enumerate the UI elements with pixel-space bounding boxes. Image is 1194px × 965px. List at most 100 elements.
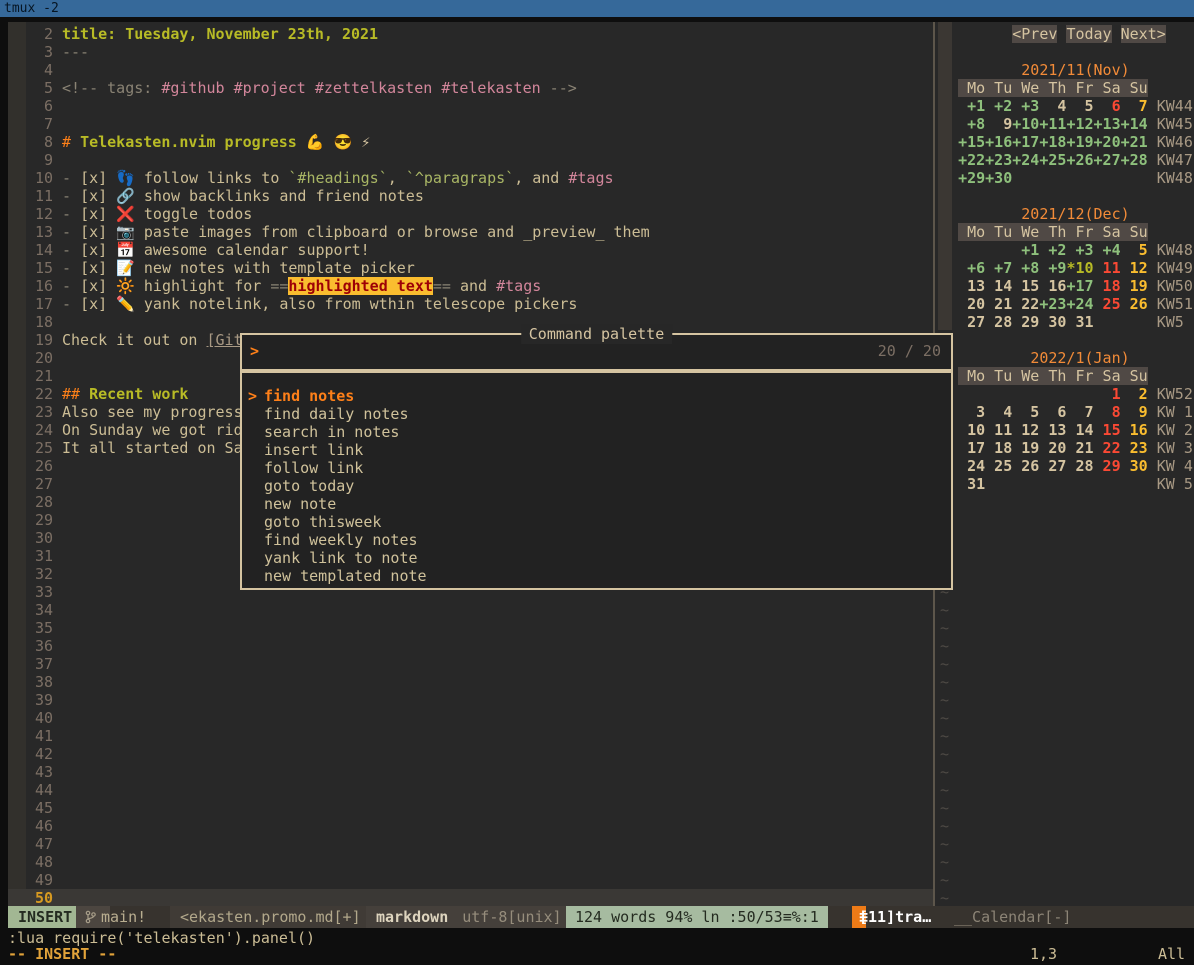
editor-line[interactable]: 38: [8, 673, 933, 691]
calendar-day[interactable]: 4: [1039, 97, 1066, 115]
editor-line[interactable]: 39: [8, 691, 933, 709]
calendar-day[interactable]: 14: [985, 277, 1012, 295]
calendar-day[interactable]: 28: [985, 313, 1012, 331]
palette-item[interactable]: follow link: [242, 459, 951, 477]
calendar-day[interactable]: +26: [1066, 151, 1093, 169]
calendar-day[interactable]: 26: [1121, 295, 1148, 313]
editor-line[interactable]: 5<!-- tags: #github #project #zettelkast…: [8, 79, 933, 97]
editor-line[interactable]: 35: [8, 619, 933, 637]
calendar-day[interactable]: 7: [1121, 97, 1148, 115]
calendar-day[interactable]: 10: [958, 421, 985, 439]
calendar-day[interactable]: +2: [985, 97, 1012, 115]
editor-line[interactable]: 17- [x] ✏️ yank notelink, also from wthi…: [8, 295, 933, 313]
editor-line[interactable]: 11- [x] 🔗 show backlinks and friend note…: [8, 187, 933, 205]
calendar-day[interactable]: 12: [1012, 421, 1039, 439]
calendar-day[interactable]: 16: [1121, 421, 1148, 439]
palette-item[interactable]: >find notes: [242, 387, 951, 405]
editor-line[interactable]: 49: [8, 871, 933, 889]
next-button[interactable]: Next>: [1121, 25, 1166, 43]
editor-line[interactable]: 15- [x] 📝 new notes with template picker: [8, 259, 933, 277]
editor-line[interactable]: 3---: [8, 43, 933, 61]
calendar-day[interactable]: 1: [1094, 385, 1121, 403]
calendar-day[interactable]: +19: [1066, 133, 1093, 151]
calendar-day[interactable]: +27: [1094, 151, 1121, 169]
today-button[interactable]: Today: [1066, 25, 1111, 43]
calendar-day[interactable]: +2: [1039, 241, 1066, 259]
calendar-day[interactable]: 13: [958, 277, 985, 295]
calendar-day[interactable]: +16: [985, 133, 1012, 151]
calendar-day[interactable]: +17: [1066, 277, 1093, 295]
calendar-day[interactable]: 22: [1094, 439, 1121, 457]
palette-item[interactable]: new note: [242, 495, 951, 513]
calendar-day[interactable]: 20: [1039, 439, 1066, 457]
editor-line[interactable]: 37: [8, 655, 933, 673]
editor-line[interactable]: 36: [8, 637, 933, 655]
calendar-day[interactable]: 30: [1039, 313, 1066, 331]
calendar-day[interactable]: 28: [1066, 457, 1093, 475]
calendar-day[interactable]: +30: [985, 169, 1012, 187]
palette-item[interactable]: insert link: [242, 441, 951, 459]
palette-item[interactable]: new templated note: [242, 567, 951, 585]
editor-line[interactable]: 10- [x] 👣 follow links to `#headings`, `…: [8, 169, 933, 187]
calendar-day[interactable]: +1: [958, 97, 985, 115]
calendar-day[interactable]: 31: [1066, 313, 1093, 331]
palette-item[interactable]: find weekly notes: [242, 531, 951, 549]
editor-line-current[interactable]: 50: [8, 889, 933, 906]
calendar-day[interactable]: 9: [985, 115, 1012, 133]
calendar-day[interactable]: +20: [1094, 133, 1121, 151]
calendar-day[interactable]: +15: [958, 133, 985, 151]
calendar-day[interactable]: +21: [1121, 133, 1148, 151]
calendar-day[interactable]: +17: [1012, 133, 1039, 151]
calendar-day[interactable]: +8: [958, 115, 985, 133]
calendar-day[interactable]: 22: [1012, 295, 1039, 313]
calendar-day[interactable]: +18: [1039, 133, 1066, 151]
calendar-day[interactable]: +12: [1066, 115, 1093, 133]
editor-line[interactable]: 2title: Tuesday, November 23th, 2021: [8, 25, 933, 43]
palette-item[interactable]: yank link to note: [242, 549, 951, 567]
calendar-day[interactable]: 17: [958, 439, 985, 457]
calendar-day[interactable]: 11: [1094, 259, 1121, 277]
calendar-day[interactable]: 31: [958, 475, 985, 493]
calendar-day[interactable]: +23: [1039, 295, 1066, 313]
editor-line[interactable]: 48: [8, 853, 933, 871]
calendar-day[interactable]: 18: [1094, 277, 1121, 295]
editor-line[interactable]: 47: [8, 835, 933, 853]
calendar-day[interactable]: +8: [1012, 259, 1039, 277]
calendar-day[interactable]: 16: [1039, 277, 1066, 295]
calendar-day[interactable]: 6: [1039, 403, 1066, 421]
calendar-day[interactable]: 20: [958, 295, 985, 313]
calendar-day[interactable]: 14: [1066, 421, 1093, 439]
calendar-day[interactable]: 19: [1121, 277, 1148, 295]
calendar-day[interactable]: 21: [985, 295, 1012, 313]
calendar-day[interactable]: +10: [1012, 115, 1039, 133]
editor-line[interactable]: 40: [8, 709, 933, 727]
calendar-day[interactable]: +4: [1094, 241, 1121, 259]
editor-line[interactable]: 6: [8, 97, 933, 115]
calendar-day[interactable]: 25: [1094, 295, 1121, 313]
editor-line[interactable]: 14- [x] 📅 awesome calendar support!: [8, 241, 933, 259]
calendar-day[interactable]: +22: [958, 151, 985, 169]
calendar-day[interactable]: +3: [1066, 241, 1093, 259]
palette-item[interactable]: find daily notes: [242, 405, 951, 423]
prev-button[interactable]: <Prev: [1012, 25, 1057, 43]
calendar-day[interactable]: +29: [958, 169, 985, 187]
calendar-day[interactable]: 29: [1012, 313, 1039, 331]
calendar-day[interactable]: 30: [1121, 457, 1148, 475]
calendar-day[interactable]: +11: [1039, 115, 1066, 133]
calendar-day[interactable]: 5: [1066, 97, 1093, 115]
calendar-day[interactable]: 27: [1039, 457, 1066, 475]
editor-line[interactable]: 41: [8, 727, 933, 745]
editor-line[interactable]: 44: [8, 781, 933, 799]
calendar-day[interactable]: 6: [1094, 97, 1121, 115]
editor-line[interactable]: 18: [8, 313, 933, 331]
calendar-day[interactable]: +9: [1039, 259, 1066, 277]
calendar-day[interactable]: 23: [1121, 439, 1148, 457]
editor-line[interactable]: 34: [8, 601, 933, 619]
calendar-day[interactable]: 26: [1012, 457, 1039, 475]
calendar-day[interactable]: 11: [985, 421, 1012, 439]
editor-line[interactable]: 16- [x] 🔆 highlight for ==highlighted te…: [8, 277, 933, 295]
editor-line[interactable]: 12- [x] ❌ toggle todos: [8, 205, 933, 223]
calendar-day[interactable]: 21: [1066, 439, 1093, 457]
command-palette-prompt[interactable]: Command palette > 20 / 20: [240, 333, 953, 371]
calendar-day[interactable]: 15: [1012, 277, 1039, 295]
